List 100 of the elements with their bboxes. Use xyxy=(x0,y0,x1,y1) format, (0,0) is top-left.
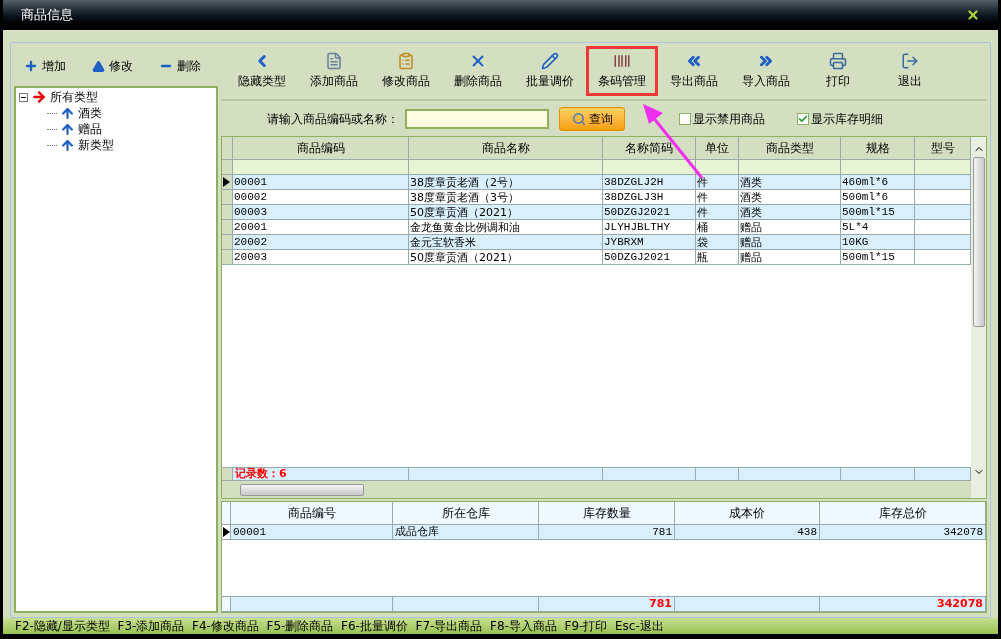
toolbar-button[interactable]: 打印 xyxy=(802,46,874,96)
tree-action-button[interactable]: 增加 xyxy=(24,57,66,75)
clipboard-icon xyxy=(397,52,415,70)
toolbar-button[interactable]: 条码管理 xyxy=(586,46,658,96)
tree-item[interactable]: 所有类型 xyxy=(50,90,98,104)
toolbar-button[interactable]: 删除商品 xyxy=(442,46,514,96)
column-header[interactable]: 商品名称 xyxy=(409,137,603,160)
table-cell: 赠品 xyxy=(739,235,841,250)
table-cell: 10KG xyxy=(841,235,915,250)
toolbar-button[interactable]: 退出 xyxy=(874,46,946,96)
table-cell: 金元宝软香米 xyxy=(409,235,603,250)
collapse-toggle[interactable] xyxy=(19,92,28,102)
table-cell: 38DZGLJ3H xyxy=(603,190,696,205)
table-cell: 00001 xyxy=(231,525,393,540)
scrollbar-thumb[interactable] xyxy=(240,483,364,496)
checkbox-label: 显示禁用商品 xyxy=(693,110,765,128)
search-icon xyxy=(571,111,586,126)
column-header[interactable]: 名称简码 xyxy=(603,137,696,160)
tree-item[interactable]: 酒类 xyxy=(78,106,102,120)
column-header[interactable]: 型号 xyxy=(915,137,971,160)
shortcut-hints: F2-隐藏/显示类型 F3-添加商品 F4-修改商品 F5-删除商品 F6-批量调价 F7-导出商品 F8-导入商品 F9-打印 Esc-退出 xyxy=(15,618,664,635)
table-cell: 38度章贡老酒（2号） xyxy=(409,175,603,190)
filter-cell[interactable] xyxy=(696,160,739,175)
column-header[interactable]: 所在仓库 xyxy=(393,502,539,525)
table-cell: 500ml*15 xyxy=(841,205,915,220)
table-cell: 20002 xyxy=(233,235,409,250)
table-cell: 50DZGJ2021 xyxy=(603,250,696,265)
column-header[interactable]: 库存总价 xyxy=(820,502,986,525)
table-cell: 瓶 xyxy=(696,250,739,265)
close-icon[interactable] xyxy=(966,8,980,22)
table-cell: 781 xyxy=(539,525,675,540)
search-field[interactable] xyxy=(405,108,549,129)
filter-cell[interactable] xyxy=(603,160,696,175)
table-cell: 00002 xyxy=(233,190,409,205)
toolbar-button[interactable]: 批量调价 xyxy=(514,46,586,96)
record-count: 记录数：6 xyxy=(233,468,409,481)
table-cell: 袋 xyxy=(696,235,739,250)
horizontal-scrollbar[interactable] xyxy=(222,481,971,498)
table-cell: 500ml*6 xyxy=(841,190,915,205)
scrollbar-thumb[interactable] xyxy=(972,157,985,327)
tree-item[interactable]: 赠品 xyxy=(78,122,102,136)
table-cell: 50DZGJ2021 xyxy=(603,205,696,220)
tree-action-button[interactable]: 删除 xyxy=(159,57,201,75)
filter-cell[interactable] xyxy=(841,160,915,175)
column-header[interactable]: 商品编码 xyxy=(233,137,409,160)
column-header[interactable]: 单位 xyxy=(696,137,739,160)
column-header[interactable]: 商品类型 xyxy=(739,137,841,160)
column-header[interactable]: 商品编号 xyxy=(231,502,393,525)
table-cell: 50度章贡酒（2021） xyxy=(409,250,603,265)
table-cell: 赠品 xyxy=(739,250,841,265)
search-button[interactable]: 查询 xyxy=(559,106,625,131)
toolbar-button[interactable]: 导出商品 xyxy=(658,46,730,96)
filter-cell[interactable] xyxy=(739,160,841,175)
table-cell: 38度章贡老酒（3号） xyxy=(409,190,603,205)
table-cell: 342078 xyxy=(820,525,986,540)
filter-cell[interactable] xyxy=(233,160,409,175)
pencil-icon xyxy=(541,52,559,70)
table-cell: 件 xyxy=(696,175,739,190)
window-title: 商品信息 xyxy=(21,6,73,25)
column-header[interactable]: 库存数量 xyxy=(539,502,675,525)
checkbox[interactable] xyxy=(679,112,691,125)
table-cell: 438 xyxy=(675,525,820,540)
plus-icon xyxy=(24,59,38,73)
table-cell: 00001 xyxy=(233,175,409,190)
triangle-icon xyxy=(92,59,105,73)
toolbar-button[interactable]: 导入商品 xyxy=(730,46,802,96)
checkbox[interactable] xyxy=(797,112,809,125)
filter-cell[interactable] xyxy=(915,160,971,175)
toolbar-button[interactable]: 修改商品 xyxy=(370,46,442,96)
exit-icon xyxy=(901,52,919,70)
table-cell: 500ml*15 xyxy=(841,250,915,265)
table-cell: 460ml*6 xyxy=(841,175,915,190)
total-value: 781 xyxy=(539,597,675,612)
table-cell: 38DZGLJ2H xyxy=(603,175,696,190)
tree-action-button[interactable]: 修改 xyxy=(92,57,133,75)
vertical-scrollbar[interactable] xyxy=(971,137,986,498)
column-header[interactable]: 成本价 xyxy=(675,502,820,525)
table-cell: 件 xyxy=(696,190,739,205)
table-cell: 酒类 xyxy=(739,205,841,220)
column-header[interactable]: 规格 xyxy=(841,137,915,160)
table-cell: 金龙鱼黄金比例调和油 xyxy=(409,220,603,235)
printer-icon xyxy=(829,52,847,70)
filter-cell[interactable] xyxy=(409,160,603,175)
table-cell: 20003 xyxy=(233,250,409,265)
table-cell: 酒类 xyxy=(739,190,841,205)
document-icon xyxy=(325,52,343,70)
toolbar-button[interactable]: 隐藏类型 xyxy=(226,46,298,96)
total-value: 342078 xyxy=(820,597,986,612)
table-cell: 20001 xyxy=(233,220,409,235)
toolbar-button[interactable]: 添加商品 xyxy=(298,46,370,96)
table-cell: 00003 xyxy=(233,205,409,220)
tree-item[interactable]: 新类型 xyxy=(78,138,114,152)
table-cell: JYBRXM xyxy=(603,235,696,250)
table-cell: 件 xyxy=(696,205,739,220)
table-cell: 5L*4 xyxy=(841,220,915,235)
search-label: 请输入商品编码或名称： xyxy=(267,110,399,128)
table-cell: JLYHJBLTHY xyxy=(603,220,696,235)
checkbox-label: 显示库存明细 xyxy=(811,110,883,128)
table-cell: 50度章贡酒（2021） xyxy=(409,205,603,220)
barcode-icon xyxy=(613,52,631,70)
